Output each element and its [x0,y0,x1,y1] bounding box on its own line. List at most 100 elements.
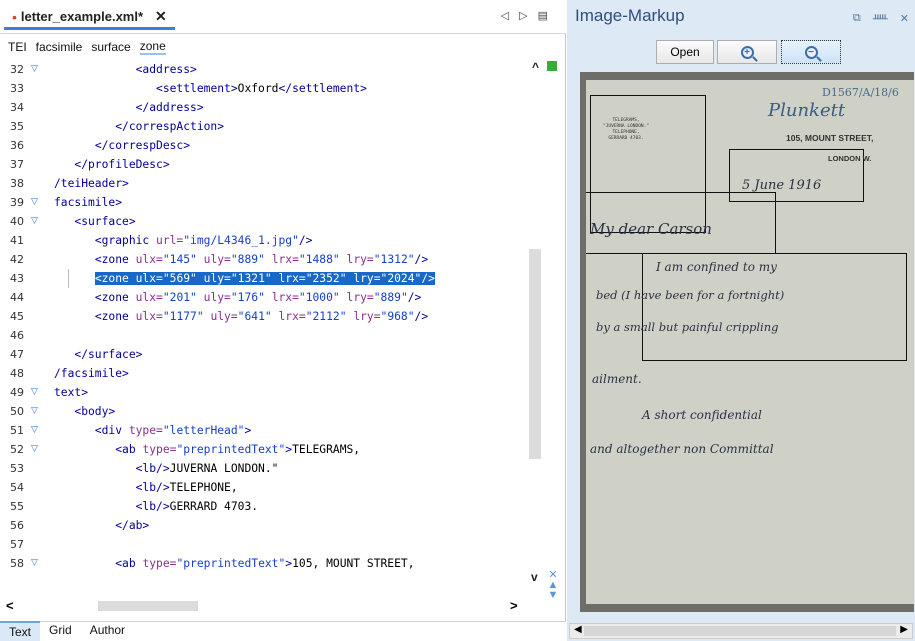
code-token: <div [94,424,129,437]
image-horizontal-scrollbar[interactable]: ◀ ▶ [569,623,913,639]
mode-tab-author[interactable]: Author [81,621,134,641]
code-token: <body> [74,405,116,418]
code-line[interactable]: 57 [0,535,545,554]
tab-menu-icon[interactable]: ▤ [538,9,548,22]
file-tab[interactable]: • letter_example.xml* ✕ [4,6,175,30]
vertical-scroll-thumb[interactable] [529,249,541,459]
code-line[interactable]: 52 ▽ <ab type="preprintedText">TELEGRAMS, [0,440,545,459]
horizontal-scroll-thumb[interactable] [98,601,198,611]
image-scroll-left-icon[interactable]: ◀ [574,624,582,635]
vertical-scrollbar[interactable] [529,59,543,593]
code-line[interactable]: 51 ▽ <div type="letterHead"> [0,421,545,440]
code-token: "176" [230,291,272,304]
code-line[interactable]: 42 <zone ulx="145" uly="889" lrx="1488" … [0,250,545,269]
line-number: 58 [10,557,24,570]
code-line[interactable]: 48/facsimile> [0,364,545,383]
code-line[interactable]: 44 <zone ulx="201" uly="176" lrx="1000" … [0,288,545,307]
modified-indicator: • [12,8,17,25]
code-line[interactable]: 41 <graphic url="img/L4346_1.jpg"/> [0,231,545,250]
image-scroll-thumb[interactable] [584,626,896,636]
code-token: "201" [162,291,204,304]
pin-icon[interactable]: ᚊ [873,12,888,25]
code-line[interactable]: 40 ▽ <surface> [0,212,545,231]
fold-toggle-icon[interactable]: ▽ [31,402,38,421]
breadcrumb-tei[interactable]: TEI [8,40,27,54]
code-line[interactable]: 37 </profileDesc> [0,155,545,174]
fold-toggle-icon[interactable]: ▽ [31,554,38,573]
code-token: JUVERNA LONDON." [169,462,279,475]
fold-toggle-icon[interactable]: ▽ [31,60,38,79]
code-token: </settlement> [278,82,367,95]
mode-tab-grid[interactable]: Grid [40,621,81,641]
fold-toggle-icon[interactable]: ▽ [31,421,38,440]
code-line[interactable]: 32 ▽ <address> [0,60,545,79]
code-token: /> [421,272,435,285]
prev-tab-icon[interactable]: ◁ [501,9,509,22]
code-line[interactable]: 36 </correspDesc> [0,136,545,155]
code-line[interactable]: 56 </ab> [0,516,545,535]
code-token: </profileDesc> [74,158,170,171]
fold-toggle-icon[interactable]: ▽ [31,193,38,212]
line-number: 54 [10,481,24,494]
fold-toggle-icon[interactable]: ▽ [31,440,38,459]
code-token: /> [414,253,429,266]
address-line-2: LONDON W. [828,154,872,163]
image-scroll-right-icon[interactable]: ▶ [900,624,908,635]
code-token: Oxford [237,82,279,95]
scroll-down-icon[interactable]: v [531,570,538,584]
reference-number: D1567/A/18/6 [822,86,899,99]
code-line[interactable]: 33 <settlement>Oxford</settlement> [0,79,545,98]
fold-toggle-icon[interactable]: ▽ [31,383,38,402]
text-selection[interactable]: <zone ulx="569" uly="1321" lrx="2352" lr… [94,272,435,285]
code-text: /teiHeader> [54,174,129,193]
next-tab-icon[interactable]: ▷ [519,9,527,22]
code-line[interactable]: 53 <lb/>JUVERNA LONDON." [0,459,545,478]
code-token: text> [54,386,89,399]
code-area[interactable]: 32 ▽ <address> 33 <settlement>Oxford</sett… [0,59,545,593]
zoom-in-button[interactable]: + [717,40,777,64]
code-token: "2024" [380,272,422,285]
code-line[interactable]: 46 [0,326,545,345]
code-line[interactable]: 45 <zone ulx="1177" uly="641" lrx="2112"… [0,307,545,326]
code-token: url= [156,234,184,247]
code-line[interactable]: 50 ▽ <body> [0,402,545,421]
code-line[interactable]: 39 ▽ facsimile> [0,193,545,212]
code-line[interactable]: 47 </surface> [0,345,545,364]
code-text: </profileDesc> [54,155,170,174]
close-icon[interactable]: ✕ [900,12,909,25]
code-line[interactable]: 49 ▽ text> [0,383,545,402]
horizontal-scrollbar[interactable]: < > [0,597,545,615]
code-token: <surface> [74,215,136,228]
code-token: "889" [230,253,272,266]
breadcrumb-facsimile[interactable]: facsimile [36,40,83,54]
text-line-2: bed (I have been for a fortnight) [596,288,785,302]
code-token: <settlement> [156,82,238,95]
scroll-right-icon[interactable]: > [510,598,518,613]
code-line[interactable]: 35 </correspAction> [0,117,545,136]
code-line[interactable]: 43 <zone ulx="569" uly="1321" lrx="2352"… [0,269,545,288]
scroll-left-icon[interactable]: < [6,598,14,613]
scroll-up-icon[interactable]: ^ [532,60,539,74]
code-line[interactable]: 55 <lb/>GERRARD 4703. [0,497,545,516]
restore-icon[interactable]: ⧉ [853,12,861,25]
code-line[interactable]: 38/teiHeader> [0,174,545,193]
open-button[interactable]: Open [656,40,714,64]
line-number: 43 [10,272,24,285]
letter-image[interactable]: TELEGRAMS, "JUVERNA LONDON." TELEPHONE, … [580,72,914,612]
code-line[interactable]: 58 ▽ <ab type="preprintedText">105, MOUNT… [0,554,545,573]
zoom-out-button[interactable]: − [781,40,841,64]
line-number: 39 [10,196,24,209]
close-tab-icon[interactable]: ✕ [155,8,167,25]
fold-toggle-icon[interactable]: ▽ [31,212,38,231]
code-line[interactable]: 34 </address> [0,98,545,117]
mode-tab-text[interactable]: Text [0,621,41,641]
breadcrumb-zone[interactable]: zone [139,39,166,55]
code-text: </surface> [54,345,142,364]
code-token: <zone [94,272,136,285]
editor-mode-bar: Text Grid Author [0,621,566,641]
code-token: <ab [115,443,143,456]
code-line[interactable]: 54 <lb/>TELEPHONE, [0,478,545,497]
code-token: "1488" [298,253,347,266]
next-error-icon[interactable]: ▼ [546,590,560,601]
breadcrumb-surface[interactable]: surface [91,40,130,54]
